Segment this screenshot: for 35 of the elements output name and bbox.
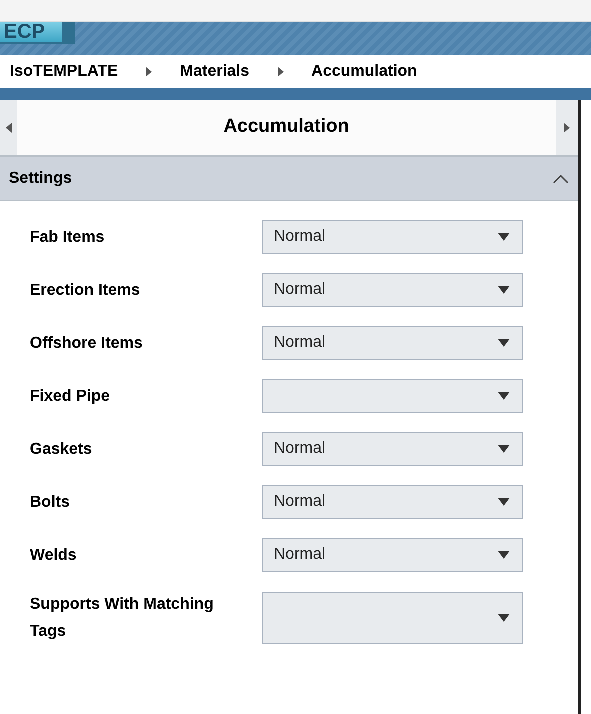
chevron-up-icon — [553, 174, 569, 184]
dropdown-arrow-icon — [498, 551, 510, 559]
dropdown[interactable]: Normal — [262, 326, 523, 360]
previous-button[interactable] — [0, 100, 17, 155]
dropdown-arrow-icon — [498, 498, 510, 506]
dropdown[interactable]: Normal — [262, 485, 523, 519]
field-label: Supports With Matching Tags — [30, 595, 215, 642]
breadcrumb-link[interactable]: Accumulation — [312, 60, 418, 84]
field-label: Gaskets — [30, 440, 94, 460]
dropdown[interactable]: Normal — [262, 273, 523, 307]
dropdown-arrow-icon — [498, 339, 510, 347]
field-label: Bolts — [30, 492, 71, 512]
dropdown-arrow-icon — [498, 392, 510, 400]
field-label: Offshore Items — [30, 334, 144, 354]
dropdown-arrow-icon — [498, 286, 510, 294]
section-header[interactable]: Settings — [0, 157, 578, 201]
page-title: Accumulation — [224, 115, 350, 140]
dropdown-arrow-icon — [498, 614, 510, 622]
logo: ECP — [0, 22, 62, 42]
breadcrumb-link[interactable]: Materials — [180, 60, 250, 84]
next-button[interactable] — [556, 100, 578, 155]
field-label: Fab Items — [30, 228, 106, 248]
breadcrumb-link[interactable]: IsoTEMPLATE — [10, 60, 118, 84]
dropdown[interactable]: Normal — [262, 220, 523, 254]
dropdown-arrow-icon — [498, 233, 510, 241]
field-label: Erection Items — [30, 280, 142, 300]
left-arrow-icon — [6, 122, 12, 132]
dropdown[interactable]: Normal — [262, 432, 523, 466]
right-arrow-icon — [564, 122, 570, 132]
field-label: Welds — [30, 546, 78, 566]
breadcrumb-separator-icon — [278, 66, 284, 76]
dropdown[interactable]: Normal — [262, 538, 523, 572]
field-label: Fixed Pipe — [30, 386, 112, 406]
dropdown-arrow-icon — [498, 445, 510, 453]
breadcrumb-separator-icon — [146, 66, 152, 76]
